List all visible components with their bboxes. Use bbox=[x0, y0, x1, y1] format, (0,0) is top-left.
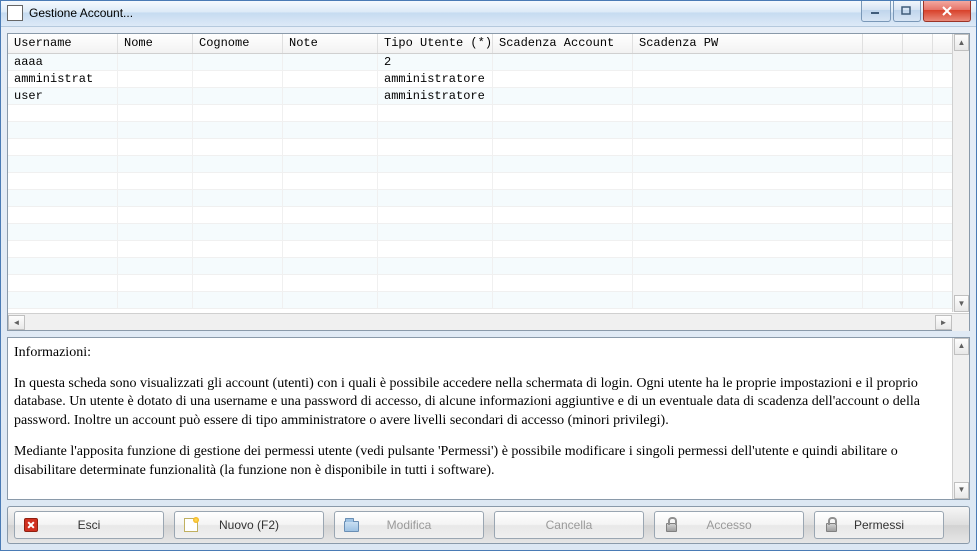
cell-cognome[interactable] bbox=[193, 88, 283, 104]
col-extra[interactable] bbox=[863, 34, 903, 53]
cell-tipo[interactable]: amministratore bbox=[378, 88, 493, 104]
minimize-icon bbox=[870, 6, 882, 16]
info-title: Informazioni: bbox=[14, 344, 959, 363]
cell-extra[interactable] bbox=[903, 54, 933, 70]
col-nome[interactable]: Nome bbox=[118, 34, 193, 53]
cell-nome[interactable] bbox=[118, 54, 193, 70]
button-label: Nuovo (F2) bbox=[185, 518, 313, 532]
permessi-button[interactable]: Permessi bbox=[814, 511, 944, 539]
cell-note[interactable] bbox=[283, 71, 378, 87]
table-row-empty bbox=[8, 292, 969, 309]
maximize-button[interactable] bbox=[893, 1, 921, 22]
delete-icon bbox=[503, 517, 519, 533]
col-scadenza-account[interactable]: Scadenza Account bbox=[493, 34, 633, 53]
button-label: Permessi bbox=[825, 518, 933, 532]
app-window: Gestione Account... Username Nome Cognom… bbox=[0, 0, 977, 551]
info-paragraph: In questa scheda sono visualizzati gli a… bbox=[14, 375, 959, 432]
button-label: Modifica bbox=[345, 518, 473, 532]
button-label: Accesso bbox=[665, 518, 793, 532]
cell-username[interactable]: user bbox=[8, 88, 118, 104]
button-label: Esci bbox=[25, 518, 153, 532]
table-row[interactable]: amministrat amministratore bbox=[8, 71, 969, 88]
cell-extra[interactable] bbox=[863, 71, 903, 87]
horizontal-scrollbar[interactable]: ◄ ► bbox=[8, 313, 969, 330]
scroll-left-icon[interactable]: ◄ bbox=[8, 315, 25, 330]
scroll-up-icon[interactable]: ▲ bbox=[954, 338, 969, 355]
cell-cognome[interactable] bbox=[193, 54, 283, 70]
table-header[interactable]: Username Nome Cognome Note Tipo Utente (… bbox=[8, 34, 969, 54]
cell-extra[interactable] bbox=[863, 54, 903, 70]
close-icon bbox=[23, 517, 39, 533]
cell-note[interactable] bbox=[283, 88, 378, 104]
scroll-up-icon[interactable]: ▲ bbox=[954, 34, 969, 51]
cell-scad_acc[interactable] bbox=[493, 88, 633, 104]
lock-icon bbox=[823, 517, 839, 533]
info-panel: Informazioni: In questa scheda sono visu… bbox=[7, 337, 970, 500]
cell-cognome[interactable] bbox=[193, 71, 283, 87]
table-row-empty bbox=[8, 156, 969, 173]
table-row-empty bbox=[8, 139, 969, 156]
table-row-empty bbox=[8, 207, 969, 224]
modifica-button[interactable]: Modifica bbox=[334, 511, 484, 539]
app-icon bbox=[7, 5, 23, 21]
table-row-empty bbox=[8, 122, 969, 139]
table-row-empty bbox=[8, 241, 969, 258]
table-body[interactable]: aaaa2amministratamministratoreuserammini… bbox=[8, 54, 969, 313]
accounts-table[interactable]: Username Nome Cognome Note Tipo Utente (… bbox=[7, 33, 970, 331]
folder-open-icon bbox=[343, 517, 359, 533]
close-button[interactable] bbox=[923, 1, 971, 22]
cell-scad_pw[interactable] bbox=[633, 88, 863, 104]
table-row-empty bbox=[8, 224, 969, 241]
scroll-down-icon[interactable]: ▼ bbox=[954, 482, 969, 499]
client-area: Username Nome Cognome Note Tipo Utente (… bbox=[1, 27, 976, 550]
new-icon bbox=[183, 517, 199, 533]
cell-username[interactable]: aaaa bbox=[8, 54, 118, 70]
table-row-empty bbox=[8, 275, 969, 292]
nuovo-button[interactable]: Nuovo (F2) bbox=[174, 511, 324, 539]
info-paragraph: Mediante l'apposita funzione di gestione… bbox=[14, 443, 959, 481]
cell-scad_pw[interactable] bbox=[633, 54, 863, 70]
cell-username[interactable]: amministrat bbox=[8, 71, 118, 87]
cell-extra[interactable] bbox=[863, 88, 903, 104]
cell-extra[interactable] bbox=[903, 71, 933, 87]
cell-scad_acc[interactable] bbox=[493, 54, 633, 70]
cell-nome[interactable] bbox=[118, 71, 193, 87]
col-scadenza-pw[interactable]: Scadenza PW bbox=[633, 34, 863, 53]
maximize-icon bbox=[901, 6, 913, 16]
scroll-corner bbox=[952, 314, 969, 331]
col-note[interactable]: Note bbox=[283, 34, 378, 53]
col-cognome[interactable]: Cognome bbox=[193, 34, 283, 53]
cell-note[interactable] bbox=[283, 54, 378, 70]
cell-tipo[interactable]: amministratore bbox=[378, 71, 493, 87]
cell-scad_acc[interactable] bbox=[493, 71, 633, 87]
vertical-scrollbar[interactable]: ▲ ▼ bbox=[952, 338, 969, 499]
window-title: Gestione Account... bbox=[29, 6, 133, 20]
button-label: Cancella bbox=[505, 518, 633, 532]
col-tipo-utente[interactable]: Tipo Utente (*) bbox=[378, 34, 493, 53]
accesso-button[interactable]: Accesso bbox=[654, 511, 804, 539]
scroll-right-icon[interactable]: ► bbox=[935, 315, 952, 330]
toolbar: Esci Nuovo (F2) Modifica Cancella Access… bbox=[7, 506, 970, 544]
scroll-down-icon[interactable]: ▼ bbox=[954, 295, 969, 312]
lock-icon bbox=[663, 517, 679, 533]
cell-tipo[interactable]: 2 bbox=[378, 54, 493, 70]
cancella-button[interactable]: Cancella bbox=[494, 511, 644, 539]
minimize-button[interactable] bbox=[861, 1, 891, 22]
table-row-empty bbox=[8, 105, 969, 122]
window-controls bbox=[861, 1, 976, 22]
table-row[interactable]: aaaa 2 bbox=[8, 54, 969, 71]
table-row-empty bbox=[8, 190, 969, 207]
table-row[interactable]: user amministratore bbox=[8, 88, 969, 105]
cell-extra[interactable] bbox=[903, 88, 933, 104]
table-row-empty bbox=[8, 173, 969, 190]
titlebar[interactable]: Gestione Account... bbox=[1, 1, 976, 27]
close-icon bbox=[941, 6, 953, 16]
esci-button[interactable]: Esci bbox=[14, 511, 164, 539]
col-username[interactable]: Username bbox=[8, 34, 118, 53]
cell-nome[interactable] bbox=[118, 88, 193, 104]
vertical-scrollbar[interactable]: ▲ ▼ bbox=[952, 34, 969, 312]
cell-scad_pw[interactable] bbox=[633, 71, 863, 87]
table-row-empty bbox=[8, 258, 969, 275]
col-extra[interactable] bbox=[903, 34, 933, 53]
